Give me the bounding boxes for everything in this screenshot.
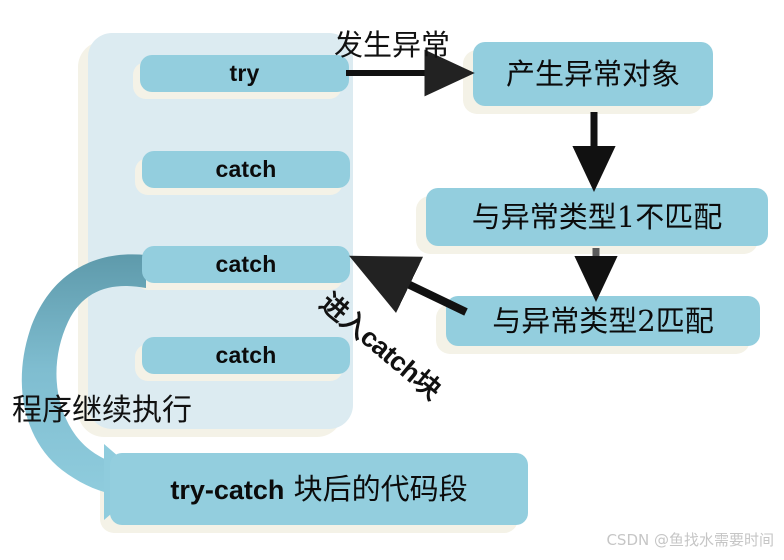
- diagram-canvas: try catch catch catch 产生异常对象 与异常类型1不匹配 与…: [0, 0, 784, 560]
- program-continues-edge-label: 程序继续执行: [12, 393, 192, 428]
- csdn-watermark: CSDN @鱼找水需要时间: [606, 531, 774, 549]
- arrow-match-to-catch: [349, 255, 468, 316]
- throw-exception-edge-label: 发生异常: [334, 28, 451, 62]
- flow-arrows: [346, 49, 618, 316]
